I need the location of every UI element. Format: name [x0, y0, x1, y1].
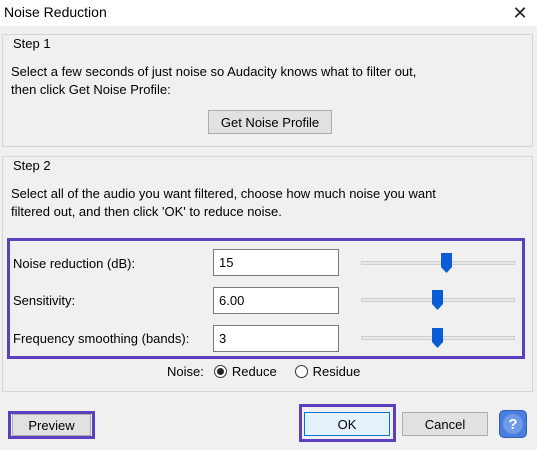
step2-description-line2: filtered out, and then click 'OK' to red… — [11, 204, 282, 219]
frequency-smoothing-label: Frequency smoothing (bands): — [13, 331, 190, 346]
noise-reduction-label: Noise reduction (dB): — [13, 256, 136, 271]
get-noise-profile-button[interactable]: Get Noise Profile — [208, 110, 332, 134]
noise-reduction-input[interactable] — [213, 249, 339, 276]
step1-legend: Step 1 — [11, 36, 53, 51]
step1-description-line2: then click Get Noise Profile: — [11, 82, 171, 97]
noise-radio-group: Noise: Reduce Residue — [167, 364, 360, 379]
step2-description-line1: Select all of the audio you want filtere… — [11, 186, 436, 201]
ok-button[interactable]: OK — [304, 412, 390, 436]
cancel-button[interactable]: Cancel — [402, 412, 488, 436]
step1-description-line1: Select a few seconds of just noise so Au… — [11, 64, 417, 79]
window-title: Noise Reduction — [4, 4, 107, 20]
noise-reduction-slider[interactable] — [361, 253, 515, 273]
reduce-radio-label[interactable]: Reduce — [232, 364, 277, 379]
residue-radio-label[interactable]: Residue — [313, 364, 361, 379]
preview-button[interactable]: Preview — [12, 414, 91, 436]
help-button[interactable]: ? — [499, 410, 527, 438]
step2-legend: Step 2 — [11, 158, 53, 173]
step1-group: Step 1 Select a few seconds of just nois… — [2, 34, 533, 147]
sensitivity-slider[interactable] — [361, 290, 515, 310]
noise-label: Noise: — [167, 364, 204, 379]
title-bar: Noise Reduction ✕ — [0, 0, 537, 26]
reduce-radio-dot — [216, 368, 224, 375]
residue-radio[interactable] — [294, 365, 308, 378]
help-icon: ? — [503, 414, 523, 434]
sensitivity-label: Sensitivity: — [13, 293, 76, 308]
close-icon[interactable]: ✕ — [503, 0, 537, 26]
sensitivity-input[interactable] — [213, 287, 339, 314]
frequency-smoothing-input[interactable] — [213, 325, 339, 352]
reduce-radio[interactable] — [213, 365, 227, 378]
frequency-smoothing-slider[interactable] — [361, 328, 515, 348]
